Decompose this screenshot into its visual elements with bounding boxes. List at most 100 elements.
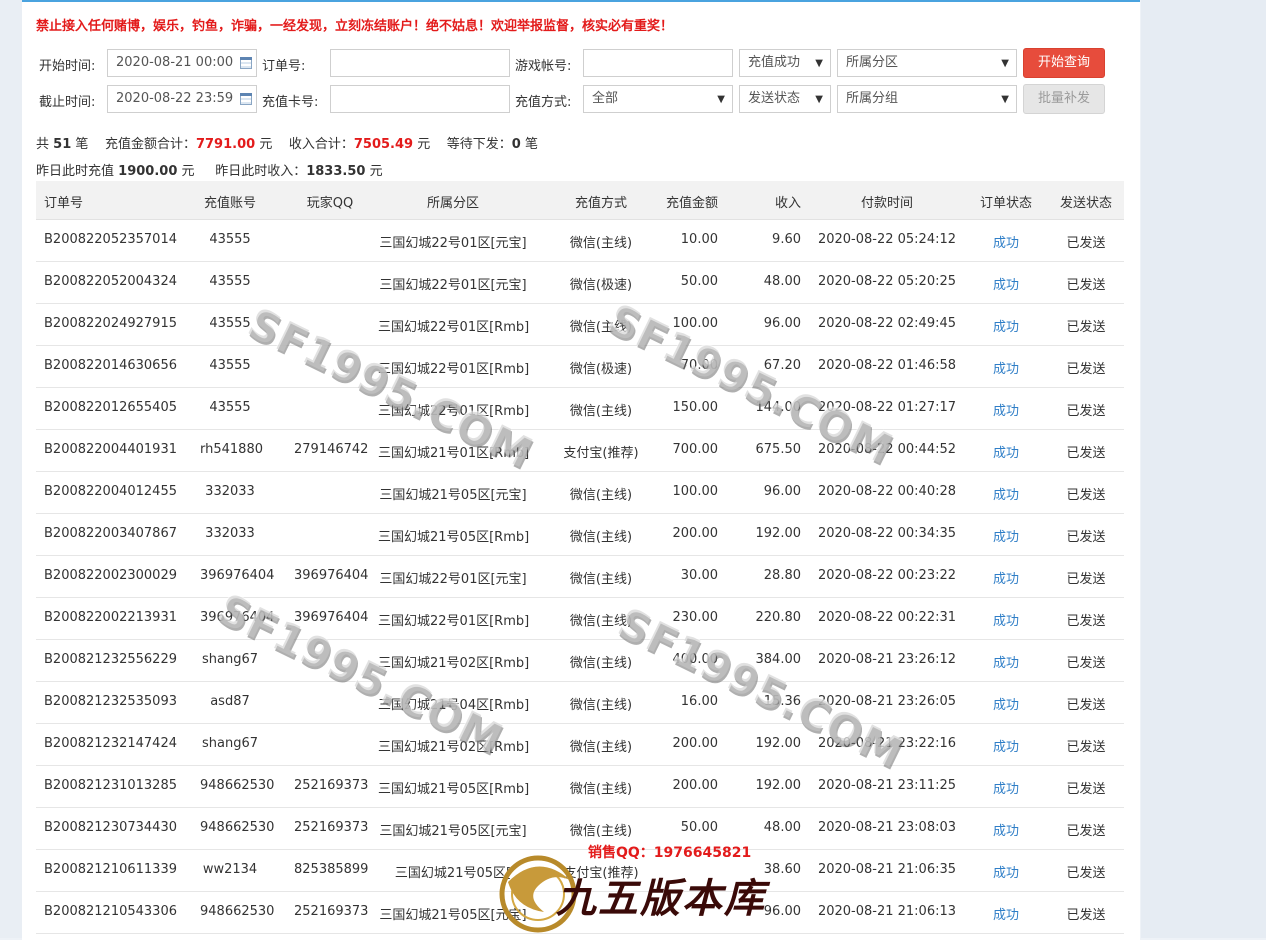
cell-zone: 三国幻城22号01区[Rmb] bbox=[378, 320, 530, 335]
chevron-down-icon: ▼ bbox=[815, 94, 823, 105]
cell-income: 28.80 bbox=[763, 568, 801, 583]
send-status-select[interactable]: 发送状态 ▼ bbox=[739, 85, 831, 113]
table-row: B200822052004324 43555 三国幻城22号01区[元宝] 微信(极速… bbox=[36, 261, 1124, 304]
cell-order-status[interactable]: 成功 bbox=[976, 694, 1036, 713]
cell-order-status[interactable]: 成功 bbox=[976, 904, 1036, 923]
zone-select[interactable]: 所属分区 ▼ bbox=[837, 49, 1017, 77]
cell-income: 48.00 bbox=[763, 274, 801, 289]
cell-pay-time: 2020-08-22 00:44:52 bbox=[817, 442, 957, 457]
cell-amount: 50.00 bbox=[680, 820, 718, 835]
recharge-sum: 7791.00 bbox=[195, 137, 256, 152]
group-select[interactable]: 所属分组 ▼ bbox=[837, 85, 1017, 113]
table-row: B200822002300029 396976404 396976404 三国幻城22… bbox=[36, 555, 1124, 598]
batch-resend-button[interactable]: 批量补发 bbox=[1023, 84, 1105, 114]
cell-order-status[interactable]: 成功 bbox=[976, 652, 1036, 671]
cell-order-status[interactable]: 成功 bbox=[976, 232, 1036, 251]
cell-account: 396976404 bbox=[200, 568, 275, 583]
cell-order-status[interactable]: 成功 bbox=[976, 778, 1036, 797]
cell-account: rh541880 bbox=[200, 442, 263, 457]
card-no-input[interactable] bbox=[330, 85, 510, 113]
cell-amount: 100.00 bbox=[672, 484, 719, 499]
chevron-down-icon: ▼ bbox=[1001, 94, 1009, 105]
column-header-income: 收入 bbox=[774, 196, 801, 211]
table-row: B200821232147424 shang67 三国幻城21号02区[Rmb] 微信… bbox=[36, 723, 1124, 766]
cell-account: 43555 bbox=[209, 232, 251, 247]
order-no-label: 订单号: bbox=[262, 59, 306, 74]
cell-pay-time: 2020-08-21 23:11:25 bbox=[817, 778, 957, 793]
cell-zone: 三国幻城21号02区[Rmb] bbox=[378, 740, 530, 755]
cell-send-status: 已发送 bbox=[1066, 488, 1106, 503]
column-header-zone: 所属分区 bbox=[426, 196, 479, 211]
cell-zone: 三国幻城22号01区[Rmb] bbox=[378, 404, 530, 419]
cell-order-status[interactable]: 成功 bbox=[976, 568, 1036, 587]
cell-order-no: B200822052357014 bbox=[44, 232, 177, 247]
cell-zone: 三国幻城21号01区[Rmb] bbox=[378, 446, 530, 461]
order-no-input[interactable] bbox=[330, 49, 510, 77]
cell-amount: 200.00 bbox=[672, 526, 719, 541]
start-time-label: 开始时间: bbox=[39, 59, 96, 74]
cell-player-qq: 396976404 bbox=[294, 568, 369, 583]
cell-income: 384.00 bbox=[755, 652, 802, 667]
cell-pay-method: 支付宝(推荐) bbox=[563, 866, 639, 881]
cell-pay-time: 2020-08-22 00:22:31 bbox=[817, 610, 957, 625]
yesterday-recharge-label: 昨日此时充值 bbox=[36, 164, 115, 179]
cell-income: 38.60 bbox=[763, 862, 801, 877]
calendar-icon[interactable] bbox=[240, 93, 252, 105]
cell-player-qq: 396976404 bbox=[294, 610, 369, 625]
cell-pay-method: 微信(主线) bbox=[569, 740, 633, 755]
summary-line-2: 昨日此时充值 1900.00 元 昨日此时收入：1833.50 元 bbox=[36, 160, 383, 179]
cell-account: 332033 bbox=[205, 526, 255, 541]
cell-send-status: 已发送 bbox=[1066, 278, 1106, 293]
cell-pay-method: 微信(极速) bbox=[569, 278, 633, 293]
cell-order-status[interactable]: 成功 bbox=[976, 526, 1036, 545]
pay-method-value: 全部 bbox=[592, 91, 619, 106]
cell-pay-time: 2020-08-21 23:26:05 bbox=[817, 694, 957, 709]
cell-income: 675.50 bbox=[755, 442, 802, 457]
summary-line-1: 共 51 笔 充值金额合计：7791.00 元 收入合计：7505.49 元 等… bbox=[36, 133, 538, 152]
cell-order-status[interactable]: 成功 bbox=[976, 274, 1036, 293]
query-button[interactable]: 开始查询 bbox=[1023, 48, 1105, 78]
cell-order-status[interactable]: 成功 bbox=[976, 484, 1036, 503]
cell-player-qq: 252169373 bbox=[294, 904, 369, 919]
cell-order-status[interactable]: 成功 bbox=[976, 442, 1036, 461]
pay-method-select[interactable]: 全部 ▼ bbox=[583, 85, 733, 113]
cell-pay-time: 2020-08-22 05:20:25 bbox=[817, 274, 957, 289]
cell-order-status[interactable]: 成功 bbox=[976, 736, 1036, 755]
cell-send-status: 已发送 bbox=[1066, 362, 1106, 377]
currency-unit: 元 bbox=[369, 164, 383, 179]
currency-unit: 元 bbox=[417, 137, 431, 152]
cell-order-status[interactable]: 成功 bbox=[976, 862, 1036, 881]
cell-income: 48.00 bbox=[763, 820, 801, 835]
table-row: B200822002213931 396976404 396976404 三国幻城22… bbox=[36, 597, 1124, 640]
cell-pay-method: 微信(主线) bbox=[569, 320, 633, 335]
start-time-input[interactable]: 2020-08-21 00:00 bbox=[107, 49, 257, 77]
game-account-input[interactable] bbox=[583, 49, 733, 77]
cell-zone: 三国幻城21号05区[元宝] bbox=[379, 908, 527, 923]
cell-pay-method: 支付宝(推荐) bbox=[563, 446, 639, 461]
cell-order-status[interactable]: 成功 bbox=[976, 316, 1036, 335]
total-count: 51 bbox=[53, 137, 72, 152]
cell-pay-time: 2020-08-22 01:27:17 bbox=[817, 400, 957, 415]
recharge-status-select[interactable]: 充值成功 ▼ bbox=[739, 49, 831, 77]
cell-account: 396976404 bbox=[200, 610, 275, 625]
group-value: 所属分组 bbox=[846, 91, 899, 106]
cell-account: 43555 bbox=[209, 316, 251, 331]
cell-order-status[interactable]: 成功 bbox=[976, 358, 1036, 377]
cell-order-status[interactable]: 成功 bbox=[976, 820, 1036, 839]
cell-send-status: 已发送 bbox=[1066, 530, 1106, 545]
cell-pay-method: 微信(极速) bbox=[569, 362, 633, 377]
cell-account: 43555 bbox=[209, 400, 251, 415]
cell-player-qq: 252169373 bbox=[294, 778, 369, 793]
calendar-icon[interactable] bbox=[240, 57, 252, 69]
cell-pay-method: 微信(主线) bbox=[569, 782, 633, 797]
cell-account: 948662530 bbox=[200, 778, 275, 793]
cell-order-no: B200822004401931 bbox=[44, 442, 177, 457]
cell-order-status[interactable]: 成功 bbox=[976, 610, 1036, 629]
cell-income: 96.00 bbox=[763, 484, 801, 499]
end-time-input[interactable]: 2020-08-22 23:59 bbox=[107, 85, 257, 113]
cell-account: asd87 bbox=[210, 694, 250, 709]
cell-income: 192.00 bbox=[755, 778, 802, 793]
table-row: B200821230734430 948662530 252169373 三国幻城21… bbox=[36, 807, 1124, 850]
cell-income: 96.00 bbox=[763, 316, 801, 331]
cell-order-status[interactable]: 成功 bbox=[976, 400, 1036, 419]
